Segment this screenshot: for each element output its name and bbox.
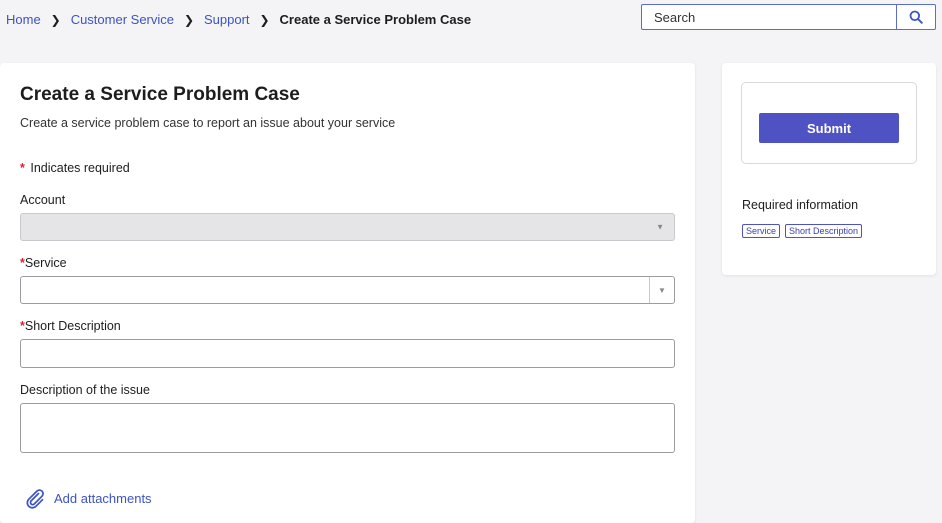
required-tag-service[interactable]: Service: [742, 224, 781, 238]
search-bar: [641, 4, 936, 30]
required-tag-short-description[interactable]: Short Description: [785, 224, 863, 238]
caret-down-icon: ▼: [656, 222, 664, 232]
account-label: Account: [20, 193, 66, 207]
account-select: ▼: [20, 213, 675, 241]
breadcrumb-home[interactable]: Home: [6, 12, 41, 27]
search-input[interactable]: [641, 4, 896, 30]
search-icon: [909, 10, 923, 24]
breadcrumb-customer-service[interactable]: Customer Service: [71, 12, 174, 27]
top-bar: Home ❯ Customer Service ❯ Support ❯ Crea…: [0, 0, 942, 40]
required-asterisk: *: [20, 161, 25, 175]
add-attachments-link[interactable]: Add attachments: [24, 487, 152, 509]
page-title: Create a Service Problem Case: [20, 84, 300, 105]
required-note-text: Indicates required: [30, 161, 130, 175]
chevron-right-icon: ❯: [183, 12, 195, 27]
short-description-label: *Short Description: [20, 319, 121, 333]
paperclip-icon: [26, 489, 44, 509]
required-note: * Indicates required: [20, 161, 130, 175]
breadcrumb-support[interactable]: Support: [204, 12, 250, 27]
required-info-label: Required information: [742, 198, 859, 212]
service-select[interactable]: ▼: [20, 276, 675, 304]
breadcrumb: Home ❯ Customer Service ❯ Support ❯ Crea…: [6, 12, 471, 27]
page-subtitle: Create a service problem case to report …: [20, 116, 396, 130]
chevron-right-icon: ❯: [259, 12, 270, 27]
service-label-text: Service: [24, 256, 67, 270]
description-textarea[interactable]: [20, 403, 675, 453]
submit-button[interactable]: Submit: [759, 113, 899, 143]
search-button[interactable]: [896, 4, 936, 30]
description-label: Description of the issue: [20, 383, 150, 397]
caret-down-icon[interactable]: ▼: [649, 277, 674, 303]
short-description-input[interactable]: [20, 339, 675, 368]
chevron-right-icon: ❯: [50, 12, 61, 27]
breadcrumb-current: Create a Service Problem Case: [279, 12, 472, 27]
required-tags: Service Short Description: [742, 224, 863, 238]
add-attachments-label: Add attachments: [54, 490, 152, 506]
short-description-label-text: Short Description: [24, 319, 121, 333]
service-label: *Service: [20, 256, 67, 270]
